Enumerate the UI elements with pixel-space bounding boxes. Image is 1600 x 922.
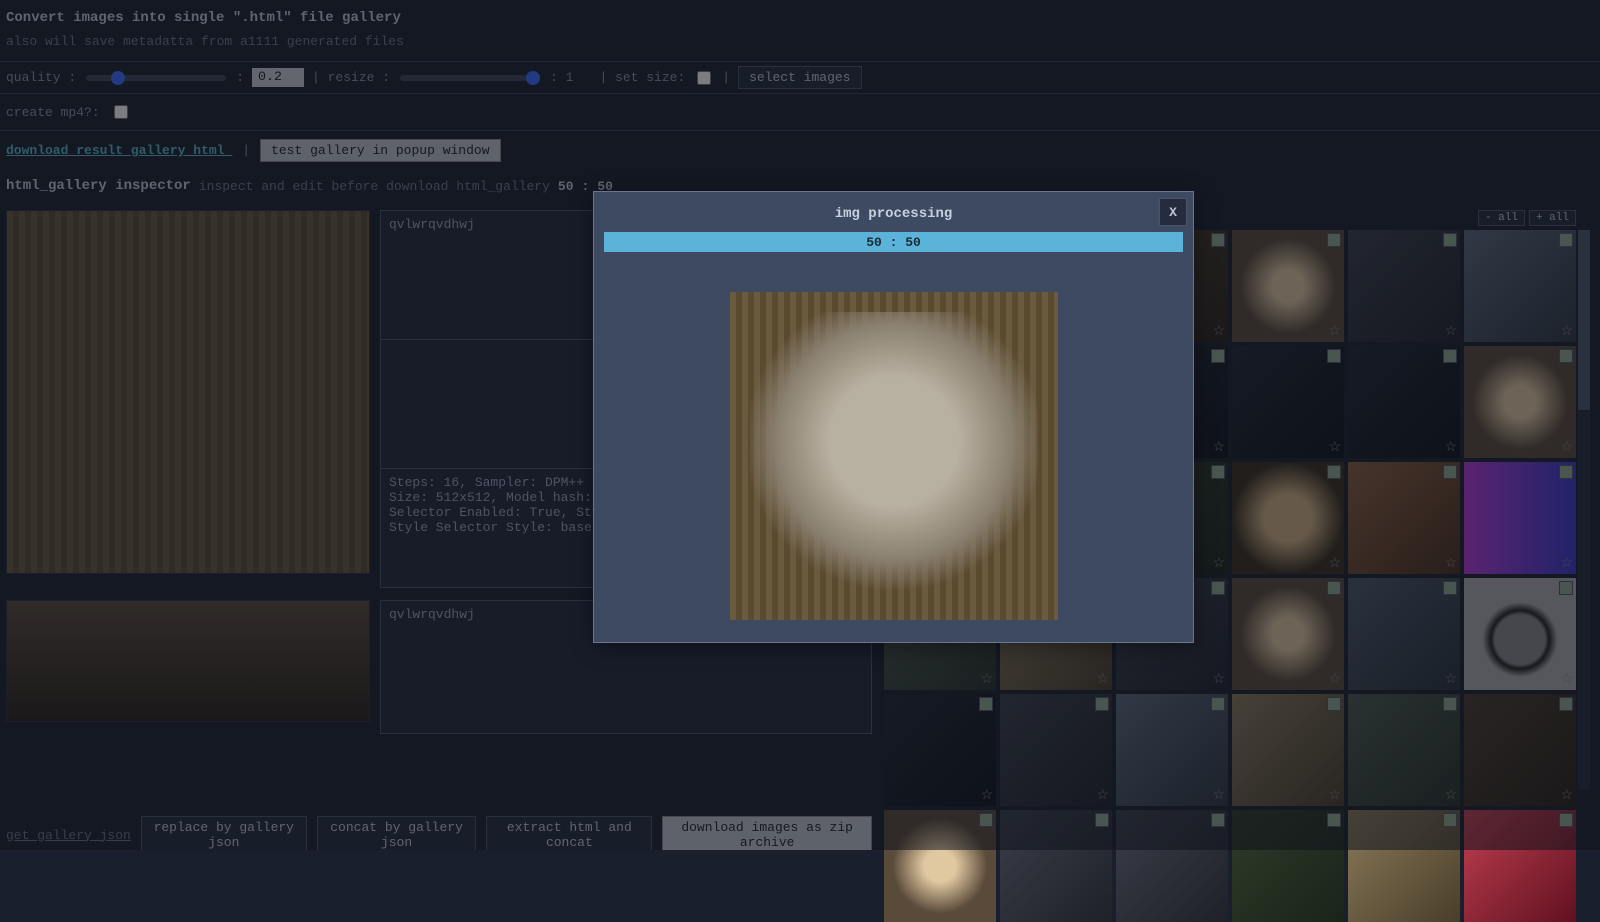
modal-preview-image [730,292,1058,620]
progress-modal: X img processing 50 : 50 [593,191,1194,643]
modal-close-button[interactable]: X [1159,198,1187,226]
modal-title: img processing [594,192,1193,232]
progress-bar: 50 : 50 [604,232,1183,252]
